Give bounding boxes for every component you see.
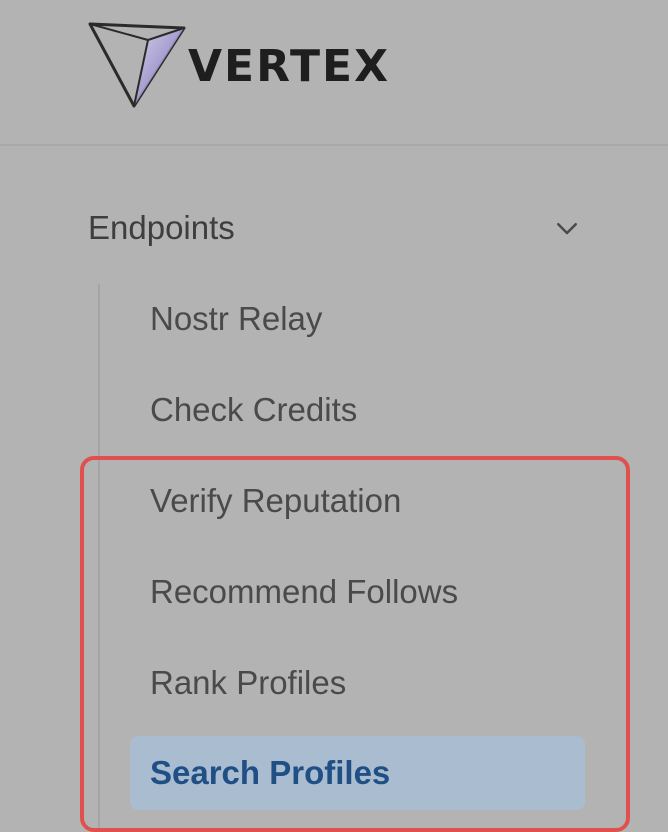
- sidebar-item-search-profiles[interactable]: Search Profiles: [130, 736, 585, 810]
- sidebar-item-recommend-follows[interactable]: Recommend Follows: [130, 555, 585, 629]
- section-title: Endpoints: [88, 209, 235, 246]
- vertex-logo-icon[interactable]: [86, 20, 186, 110]
- sidebar-item-verify-reputation[interactable]: Verify Reputation: [130, 464, 585, 538]
- chevron-down-icon[interactable]: [552, 213, 582, 243]
- sidebar-item-rank-profiles[interactable]: Rank Profiles: [130, 646, 585, 720]
- nav-tree-line: [98, 284, 100, 832]
- sidebar-item-check-credits[interactable]: Check Credits: [130, 373, 585, 447]
- sidebar-item-nostr-relay[interactable]: Nostr Relay: [130, 282, 585, 356]
- brand-name[interactable]: VERTEX: [188, 42, 390, 92]
- sidebar-header: VERTEX: [0, 0, 668, 146]
- endpoints-section-toggle[interactable]: Endpoints: [88, 200, 588, 256]
